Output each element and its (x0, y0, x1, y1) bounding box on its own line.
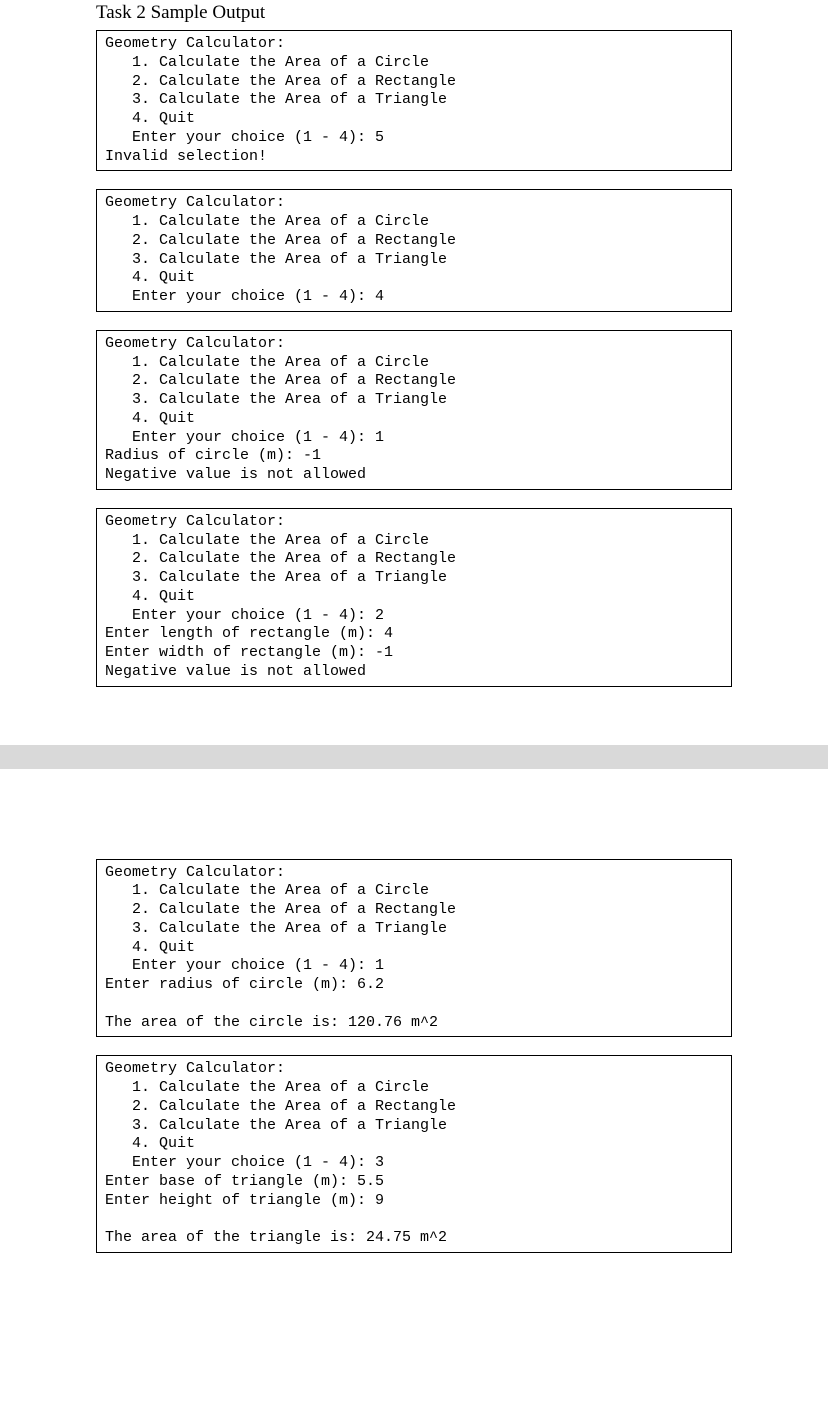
section-heading: Task 2 Sample Output (96, 2, 732, 24)
sample-output-box-5: Geometry Calculator: 1. Calculate the Ar… (96, 859, 732, 1038)
page-break (0, 745, 828, 769)
sample-output-box-6: Geometry Calculator: 1. Calculate the Ar… (96, 1055, 732, 1253)
sample-output-box-3: Geometry Calculator: 1. Calculate the Ar… (96, 330, 732, 490)
sample-output-box-2: Geometry Calculator: 1. Calculate the Ar… (96, 189, 732, 312)
sample-output-box-4: Geometry Calculator: 1. Calculate the Ar… (96, 508, 732, 687)
sample-output-box-1: Geometry Calculator: 1. Calculate the Ar… (96, 30, 732, 171)
